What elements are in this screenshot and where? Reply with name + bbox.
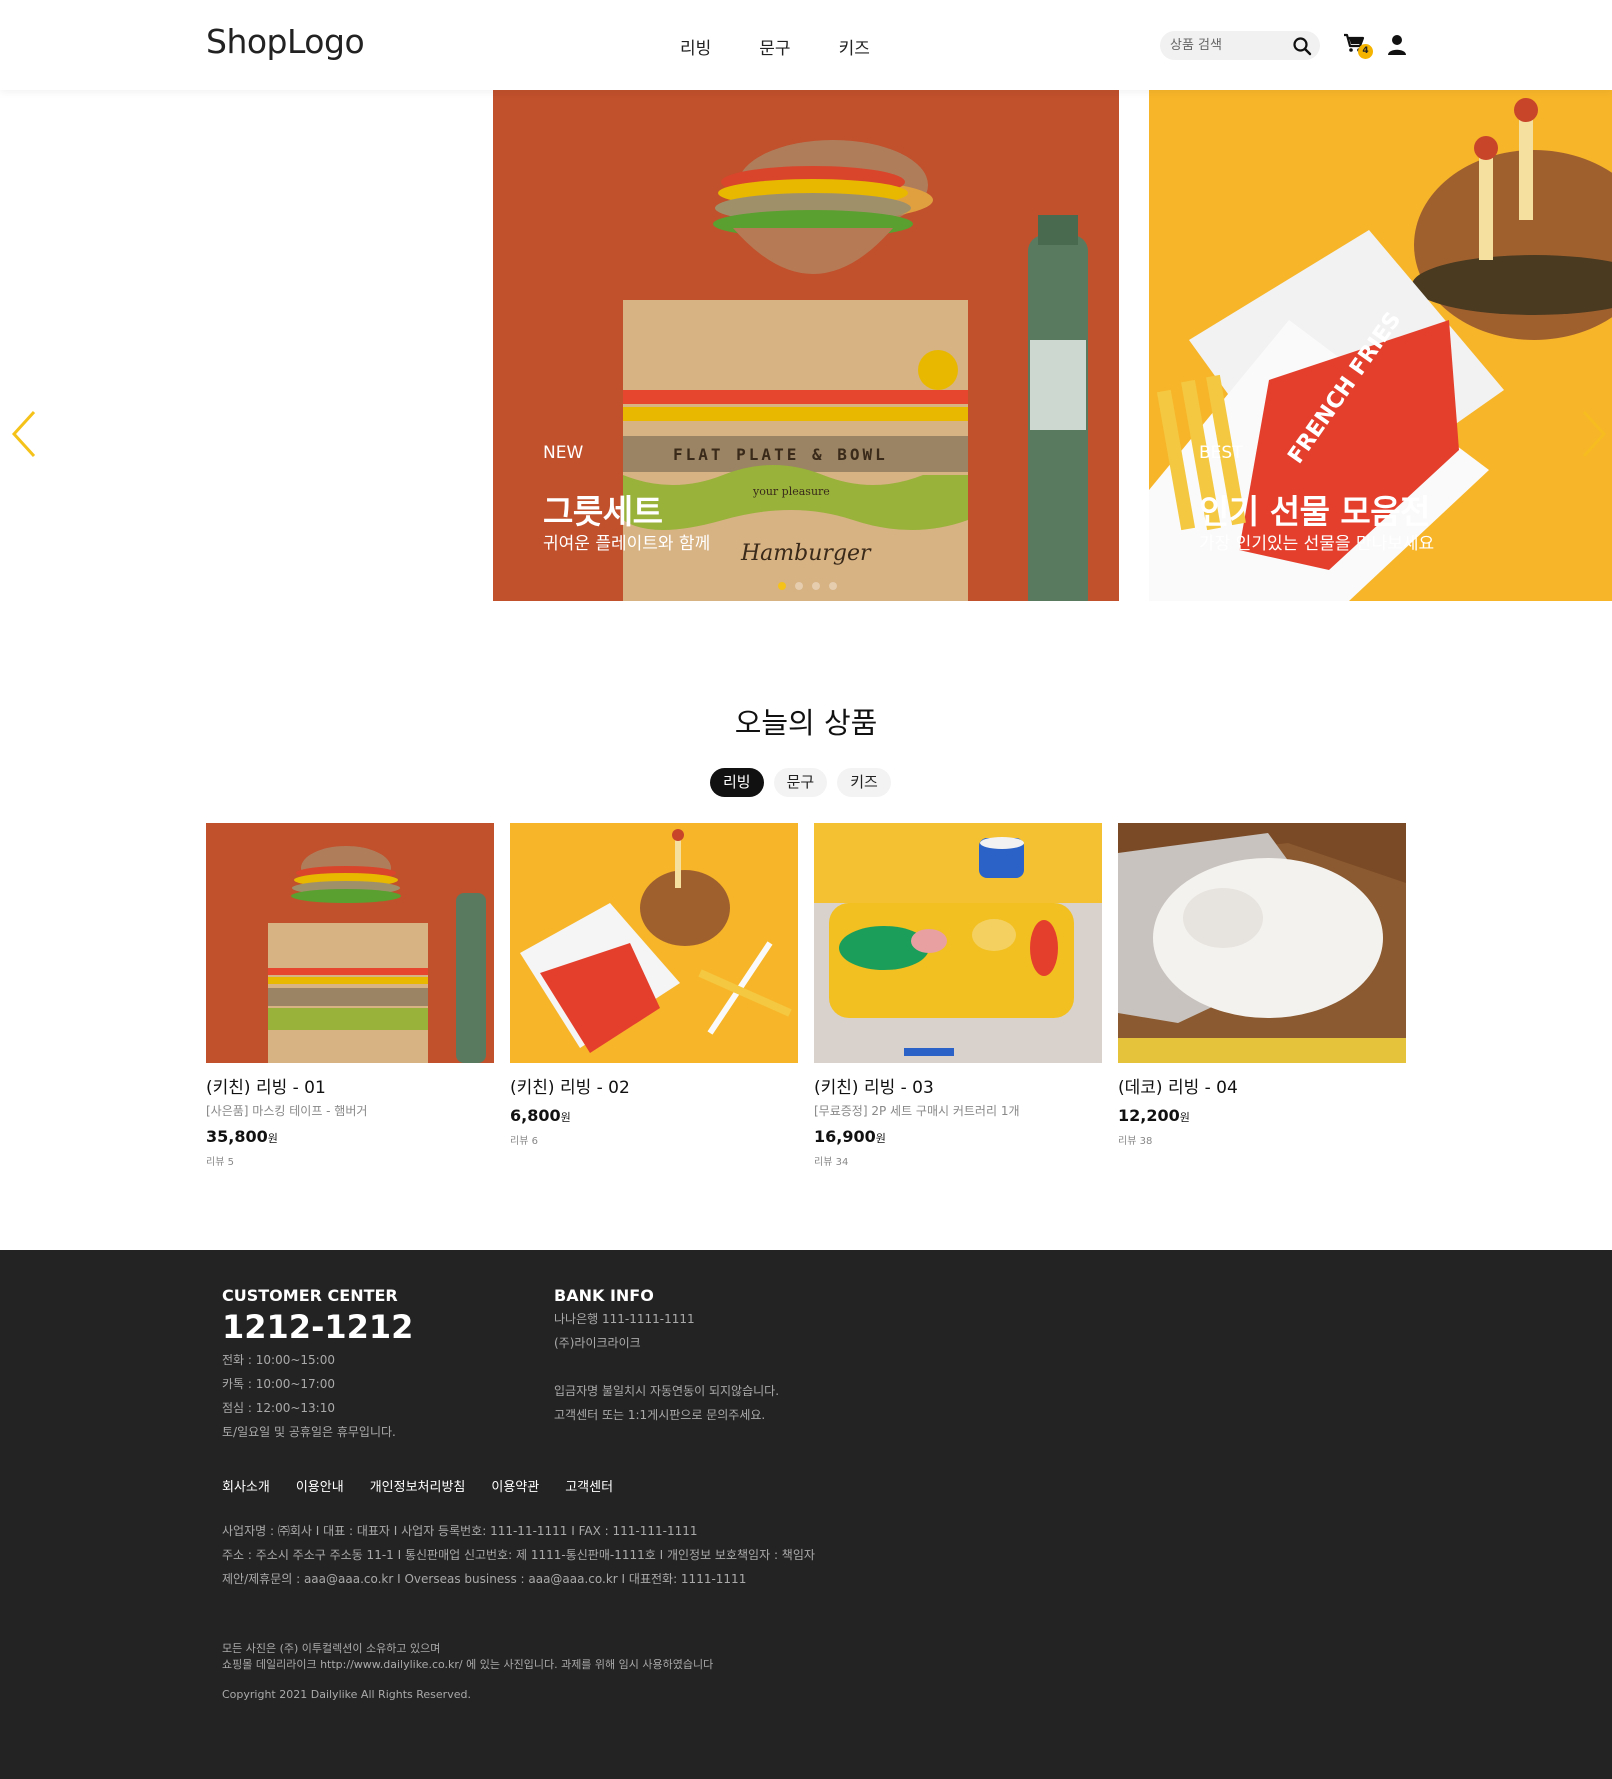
tab-stationery[interactable]: 문구 [773, 768, 828, 797]
product-thumbnail-tray [814, 823, 1102, 1063]
business-info-line: 제안/제휴문의 : aaa@aaa.co.kr I Overseas busin… [222, 1572, 747, 1586]
box-label: FLAT PLATE & BOWL [673, 445, 888, 464]
product-review-count: 리뷰 6 [510, 1136, 538, 1147]
slide-tag: NEW [543, 443, 584, 463]
bank-line: (주)라이크라이크 [554, 1336, 641, 1350]
slide-title: 인기 선물 모음전 [1199, 492, 1431, 531]
user-icon[interactable] [1387, 34, 1407, 56]
carousel-dot[interactable] [778, 582, 786, 590]
product-thumbnail-plates [206, 823, 494, 1063]
header: ShopLogo 리빙 문구 키즈 4 [0, 0, 1612, 90]
carousel-dot[interactable] [795, 582, 803, 590]
product-card[interactable]: (키친) 리빙 - 02 6,800원 리뷰 6 [510, 823, 798, 1147]
footer: CUSTOMER CENTER 1212-1212 전화 : 10:00~15:… [0, 1250, 1612, 1779]
photo-notice: 쇼핑몰 데일리라이크 http://www.dailylike.co.kr/ 에… [222, 1658, 714, 1671]
footer-link-support[interactable]: 고객센터 [565, 1476, 613, 1495]
category-tabs: 리빙 문구 키즈 [710, 768, 891, 797]
business-info-line: 주소 : 주소시 주소구 주소동 11-1 I 통신판매업 신고번호: 제 11… [222, 1548, 815, 1562]
nav-item-living[interactable]: 리빙 [680, 34, 711, 59]
search-input[interactable] [1170, 35, 1288, 56]
tab-living[interactable]: 리빙 [710, 768, 764, 797]
product-price: 6,800원 [510, 1106, 798, 1125]
cc-line: 카톡 : 10:00~17:00 [222, 1377, 335, 1391]
product-price: 35,800원 [206, 1127, 494, 1146]
cart-button[interactable]: 4 [1343, 33, 1373, 59]
business-info-line: 사업자명 : ㈜회사 I 대표 : 대표자 I 사업자 등록번호: 111-11… [222, 1524, 698, 1538]
bank-line: 고객센터 또는 1:1게시판으로 문의주세요. [554, 1408, 766, 1422]
box-script: Hamburger [740, 541, 872, 566]
product-name[interactable]: (키친) 리빙 - 03 [814, 1073, 1102, 1098]
product-image[interactable] [814, 823, 1102, 1063]
nav-item-kids[interactable]: 키즈 [839, 34, 870, 59]
main-nav: 리빙 문구 키즈 [680, 34, 870, 59]
box-sublabel: your pleasure [752, 485, 830, 498]
product-review-count: 리뷰 5 [206, 1157, 234, 1168]
product-price: 16,900원 [814, 1127, 1102, 1146]
customer-center-phone: 1212-1212 [222, 1308, 414, 1346]
hero-slide-2[interactable]: FRENCH FRIES BEST 인기 선물 모음전 가장 인기있는 선물을 … [1149, 90, 1612, 601]
product-grid: (키친) 리빙 - 01 [사은품] 마스킹 테이프 - 햄버거 35,800원… [206, 823, 1406, 1168]
product-image[interactable] [510, 823, 798, 1063]
footer-links: 회사소개 이용안내 개인정보처리방침 이용약관 고객센터 [222, 1476, 613, 1495]
product-thumbnail-cat-plate [1118, 823, 1406, 1063]
product-card[interactable]: (데코) 리빙 - 04 12,200원 리뷰 38 [1118, 823, 1406, 1147]
price-unit: 원 [267, 1132, 278, 1145]
logo[interactable]: ShopLogo [206, 22, 365, 61]
carousel-next-arrow-icon[interactable] [1578, 410, 1608, 458]
footer-link-guide[interactable]: 이용안내 [296, 1476, 344, 1495]
price-value: 16,900 [814, 1127, 876, 1146]
slide-subtitle: 가장 인기있는 선물을 만나보세요 [1199, 534, 1435, 554]
cc-line: 토/일요일 및 공휴일은 휴무입니다. [222, 1425, 396, 1439]
product-desc: [사은품] 마스킹 테이프 - 햄버거 [206, 1104, 368, 1118]
product-thumbnail-fries [510, 823, 798, 1063]
product-review-count: 리뷰 34 [814, 1157, 849, 1168]
carousel-dots [778, 582, 837, 590]
price-value: 6,800 [510, 1106, 561, 1125]
hero-slide-1[interactable]: FLAT PLATE & BOWL your pleasure Hamburge… [493, 90, 1119, 601]
hero-carousel: FLAT PLATE & BOWL your pleasure Hamburge… [0, 90, 1612, 601]
price-value: 35,800 [206, 1127, 268, 1146]
bank-line: 입금자명 불일치시 자동연동이 되지않습니다. [554, 1384, 780, 1398]
nav-item-stationery[interactable]: 문구 [759, 34, 790, 59]
bank-info-title: BANK INFO [554, 1286, 654, 1305]
footer-link-terms[interactable]: 이용약관 [491, 1476, 539, 1495]
product-name[interactable]: (데코) 리빙 - 04 [1118, 1073, 1406, 1098]
customer-center-title: CUSTOMER CENTER [222, 1286, 398, 1305]
product-name[interactable]: (키친) 리빙 - 02 [510, 1073, 798, 1098]
product-card[interactable]: (키친) 리빙 - 03 [무료증정] 2P 세트 구매시 커트러리 1개 16… [814, 823, 1102, 1168]
slide-subtitle: 귀여운 플레이트와 함께 [543, 534, 711, 554]
cc-line: 점심 : 12:00~13:10 [222, 1401, 335, 1415]
product-desc: [무료증정] 2P 세트 구매시 커트러리 1개 [814, 1104, 1020, 1118]
price-unit: 원 [875, 1132, 886, 1145]
cc-line: 전화 : 10:00~15:00 [222, 1353, 335, 1367]
product-image[interactable] [1118, 823, 1406, 1063]
cart-count-badge: 4 [1358, 44, 1373, 59]
search-icon[interactable] [1292, 36, 1312, 56]
photo-notice: 모든 사진은 (주) 이투컬렉션이 소유하고 있으며 [222, 1642, 441, 1655]
page: ShopLogo 리빙 문구 키즈 4 [0, 0, 1612, 1779]
section-title: 오늘의 상품 [734, 706, 878, 740]
slide-title: 그릇세트 [543, 492, 663, 531]
price-value: 12,200 [1118, 1106, 1180, 1125]
carousel-dot[interactable] [829, 582, 837, 590]
price-unit: 원 [1179, 1111, 1190, 1124]
copyright: Copyright 2021 Dailylike All Rights Rese… [222, 1688, 471, 1701]
slide-tag: BEST [1199, 443, 1243, 463]
search-box [1160, 31, 1320, 60]
carousel-prev-arrow-icon[interactable] [10, 410, 40, 458]
price-unit: 원 [560, 1111, 571, 1124]
footer-link-about[interactable]: 회사소개 [222, 1476, 270, 1495]
product-price: 12,200원 [1118, 1106, 1406, 1125]
product-image[interactable] [206, 823, 494, 1063]
product-name[interactable]: (키친) 리빙 - 01 [206, 1073, 494, 1098]
product-review-count: 리뷰 38 [1118, 1136, 1153, 1147]
footer-link-privacy[interactable]: 개인정보처리방침 [370, 1476, 466, 1495]
bank-line: 나나은행 111-1111-1111 [554, 1312, 695, 1326]
carousel-dot[interactable] [812, 582, 820, 590]
tab-kids[interactable]: 키즈 [837, 768, 891, 797]
product-card[interactable]: (키친) 리빙 - 01 [사은품] 마스킹 테이프 - 햄버거 35,800원… [206, 823, 494, 1168]
